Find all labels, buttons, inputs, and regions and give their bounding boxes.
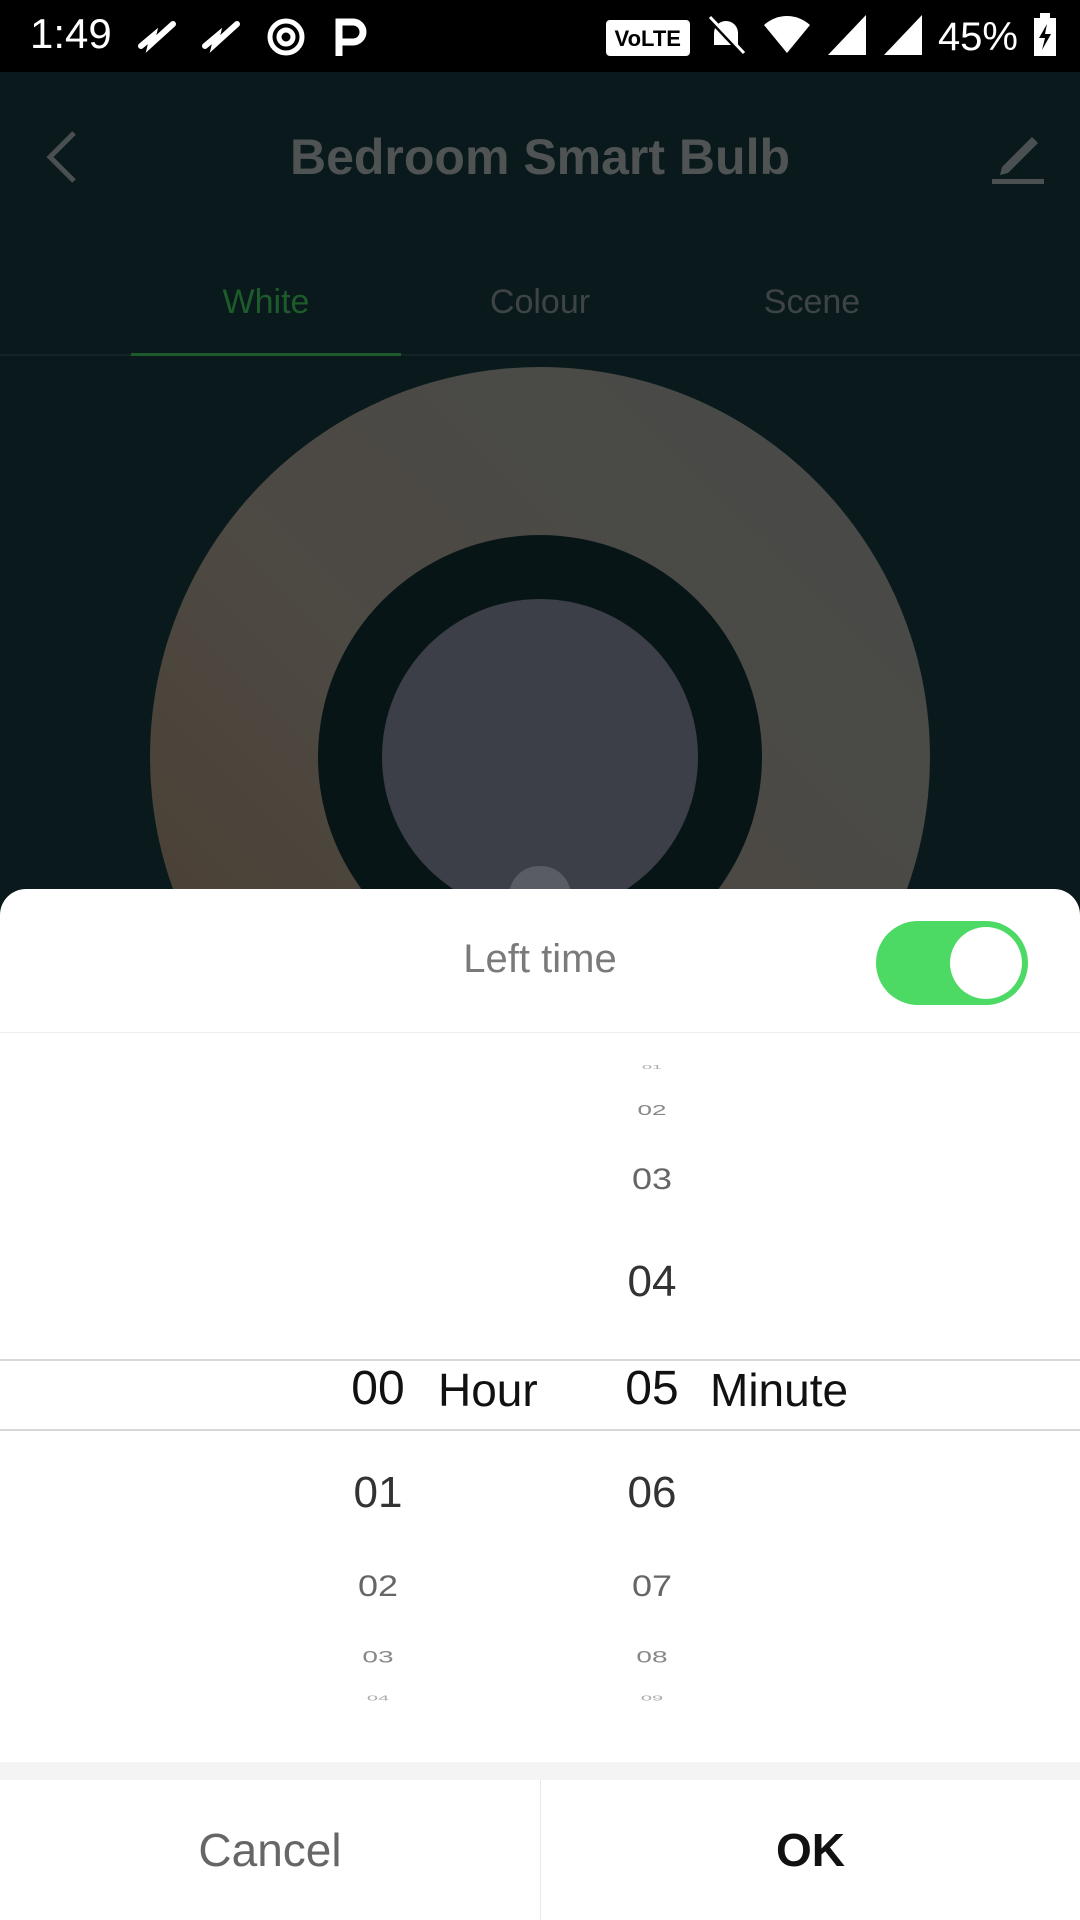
- dialog-header: Left time: [0, 889, 1080, 1033]
- minute-item[interactable]: 06: [592, 1468, 712, 1518]
- minute-item[interactable]: 04: [592, 1257, 712, 1307]
- minute-item[interactable]: 02: [592, 1102, 712, 1119]
- cancel-button[interactable]: Cancel: [0, 1780, 540, 1920]
- minute-wheel[interactable]: 01 02 03 04 05 06 07 08 09: [592, 1033, 712, 1733]
- sync-icon: [263, 14, 309, 60]
- wifi-icon: [762, 13, 812, 62]
- minute-item-selected[interactable]: 05: [592, 1361, 712, 1416]
- left-time-toggle[interactable]: [876, 921, 1028, 1005]
- signal-icon: [882, 13, 924, 62]
- minute-item[interactable]: 03: [592, 1162, 712, 1196]
- missed-call-icon: [199, 14, 245, 60]
- mute-bell-icon: [704, 13, 748, 62]
- ok-button[interactable]: OK: [540, 1780, 1080, 1920]
- hour-item[interactable]: 01: [318, 1468, 438, 1518]
- selection-line-bottom: [0, 1429, 1080, 1431]
- hour-wheel[interactable]: 00 01 02 03 04: [318, 1033, 438, 1733]
- minute-item[interactable]: 09: [592, 1694, 712, 1702]
- dialog-footer: Cancel OK: [0, 1762, 1080, 1920]
- time-picker: 00 01 02 03 04 Hour 01 02 03 04 05 06 07…: [0, 1033, 1080, 1733]
- status-bar: 1:49 VoLTE 45%: [0, 0, 1080, 72]
- hour-item[interactable]: 03: [318, 1647, 438, 1666]
- mode-tabs: White Colour Scene: [0, 272, 1080, 356]
- hour-item[interactable]: 04: [318, 1694, 438, 1702]
- missed-call-icon: [135, 14, 181, 60]
- volte-badge: VoLTE: [605, 19, 690, 56]
- left-time-dialog: Left time 00 01 02 03 04 Hour 01 02 03 0…: [0, 889, 1080, 1920]
- tab-white[interactable]: White: [131, 272, 401, 356]
- parking-icon: [327, 14, 373, 60]
- hour-item-selected[interactable]: 00: [318, 1361, 438, 1416]
- hour-item[interactable]: 02: [318, 1569, 438, 1603]
- screen: 1:49 VoLTE 45% Bedroom Smart Bulb White …: [0, 0, 1080, 1920]
- system-icons: VoLTE 45%: [605, 12, 1058, 63]
- tab-scene[interactable]: Scene: [677, 272, 947, 356]
- edit-pencil-icon[interactable]: [988, 127, 1048, 187]
- minute-unit-label: Minute: [710, 1364, 849, 1416]
- toggle-knob: [950, 927, 1022, 999]
- selection-line-top: [0, 1359, 1080, 1361]
- temperature-wheel[interactable]: [0, 362, 1080, 1147]
- tab-colour[interactable]: Colour: [405, 272, 675, 356]
- minute-item[interactable]: 07: [592, 1569, 712, 1603]
- battery-charging-icon: [1032, 12, 1058, 63]
- notification-icons: [135, 14, 373, 60]
- minute-item[interactable]: 08: [592, 1647, 712, 1666]
- app-bar: Bedroom Smart Bulb: [0, 72, 1080, 242]
- status-time: 1:49: [30, 10, 112, 57]
- page-title: Bedroom Smart Bulb: [289, 129, 791, 185]
- battery-percent: 45%: [937, 15, 1018, 59]
- signal-icon: [826, 13, 868, 62]
- minute-item[interactable]: 01: [592, 1064, 712, 1070]
- hour-unit-label: Hour: [438, 1364, 538, 1416]
